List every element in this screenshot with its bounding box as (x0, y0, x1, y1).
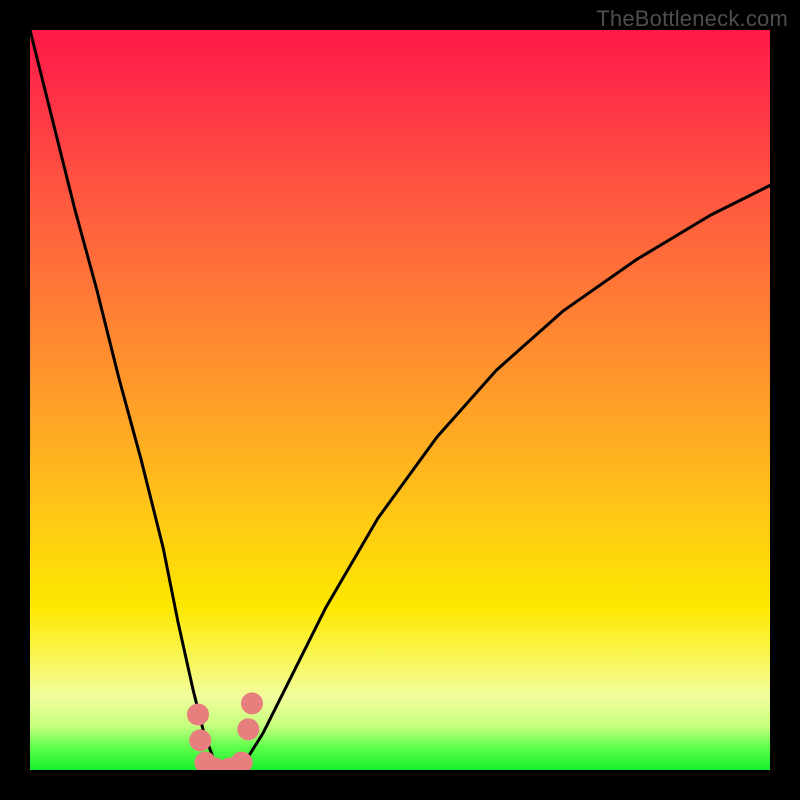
curve-layer (30, 30, 770, 770)
chart-frame: TheBottleneck.com (0, 0, 800, 800)
marker-left-flank (187, 704, 209, 726)
bottleneck-curve (30, 30, 770, 770)
watermark-text: TheBottleneck.com (596, 6, 788, 32)
marker-right-edge (237, 718, 259, 740)
marker-right-flank (241, 692, 263, 714)
plot-area (30, 30, 770, 770)
marker-left-edge (189, 729, 211, 751)
